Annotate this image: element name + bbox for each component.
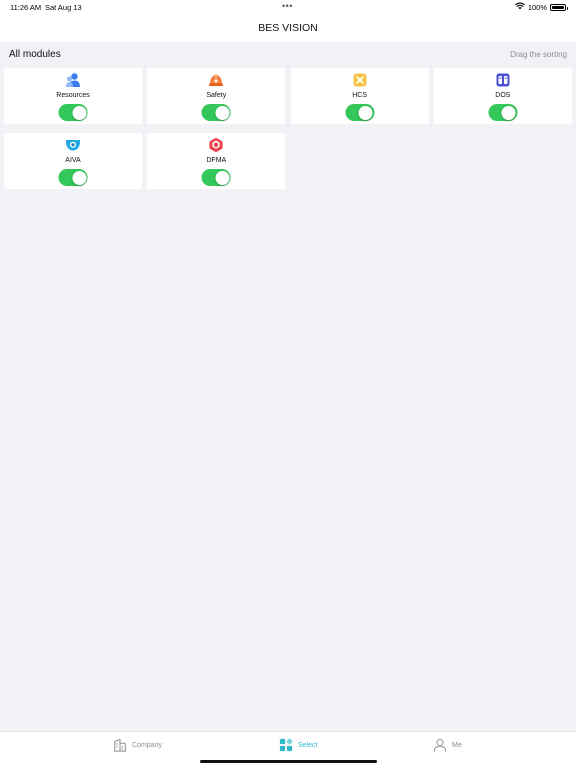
module-card-dos[interactable]: DOS <box>433 68 572 124</box>
tab-select[interactable]: Select <box>279 738 317 752</box>
page-title: BES VISION <box>258 22 318 34</box>
module-label: AIVA <box>65 157 81 164</box>
section-title: All modules <box>9 49 61 60</box>
status-bar: 11:26 AM Sat Aug 13 ••• 100% <box>0 0 576 14</box>
company-icon <box>113 738 127 752</box>
camera-icon <box>65 137 81 153</box>
module-toggle-hcs[interactable] <box>345 104 375 121</box>
status-time: 11:26 AM <box>10 3 42 12</box>
module-card-dfma[interactable]: DFMA <box>147 133 286 189</box>
module-toggle-dfma[interactable] <box>201 169 231 186</box>
toggle-knob <box>215 170 230 185</box>
dos-icon <box>495 72 511 88</box>
resources-icon <box>65 72 81 88</box>
hcs-icon <box>352 72 368 88</box>
toggle-knob <box>72 105 86 120</box>
tab-label: Select <box>298 741 318 749</box>
toggle-knob <box>72 170 86 185</box>
module-label: Resources <box>56 92 90 99</box>
module-toggle-dos[interactable] <box>488 104 518 121</box>
module-label: DFMA <box>206 157 227 164</box>
battery-fill <box>552 5 564 9</box>
safety-helmet-icon <box>208 72 224 88</box>
home-indicator[interactable] <box>200 760 377 763</box>
module-toggle-safety[interactable] <box>201 104 231 121</box>
module-grid: Resources Safety HCS DOS AIVA DFMA <box>4 68 572 189</box>
screen: 11:26 AM Sat Aug 13 ••• 100% BES VISION … <box>0 0 576 768</box>
drag-sorting-button[interactable]: Drag the sorting <box>510 50 567 59</box>
tab-label: Me <box>452 741 462 749</box>
battery-percent: 100% <box>527 2 547 12</box>
module-label: HCS <box>352 92 367 99</box>
section-header: All modules Drag the sorting <box>0 42 576 66</box>
tab-me[interactable]: Me <box>433 738 462 752</box>
module-toggle-aiva[interactable] <box>58 169 88 186</box>
module-label: DOS <box>495 92 511 99</box>
module-label: Safety <box>206 92 227 99</box>
module-card-aiva[interactable]: AIVA <box>4 133 142 189</box>
module-card-resources[interactable]: Resources <box>4 68 142 124</box>
toggle-knob <box>358 105 373 120</box>
tab-label: Company <box>132 741 162 749</box>
select-grid-icon <box>279 738 293 752</box>
multitasking-dots-icon[interactable]: ••• <box>282 1 293 11</box>
person-icon <box>433 738 447 752</box>
toggle-knob <box>501 105 516 120</box>
dfma-icon <box>208 137 224 153</box>
nav-bar: BES VISION <box>0 14 576 42</box>
module-card-safety[interactable]: Safety <box>147 68 286 124</box>
battery-icon <box>550 3 568 11</box>
status-date: Sat Aug 13 <box>45 3 82 12</box>
module-toggle-resources[interactable] <box>58 104 88 121</box>
status-right: 100% <box>515 2 568 12</box>
tab-company[interactable]: Company <box>113 738 162 752</box>
wifi-icon <box>515 2 525 12</box>
toggle-knob <box>215 105 230 120</box>
module-card-hcs[interactable]: HCS <box>290 68 429 124</box>
